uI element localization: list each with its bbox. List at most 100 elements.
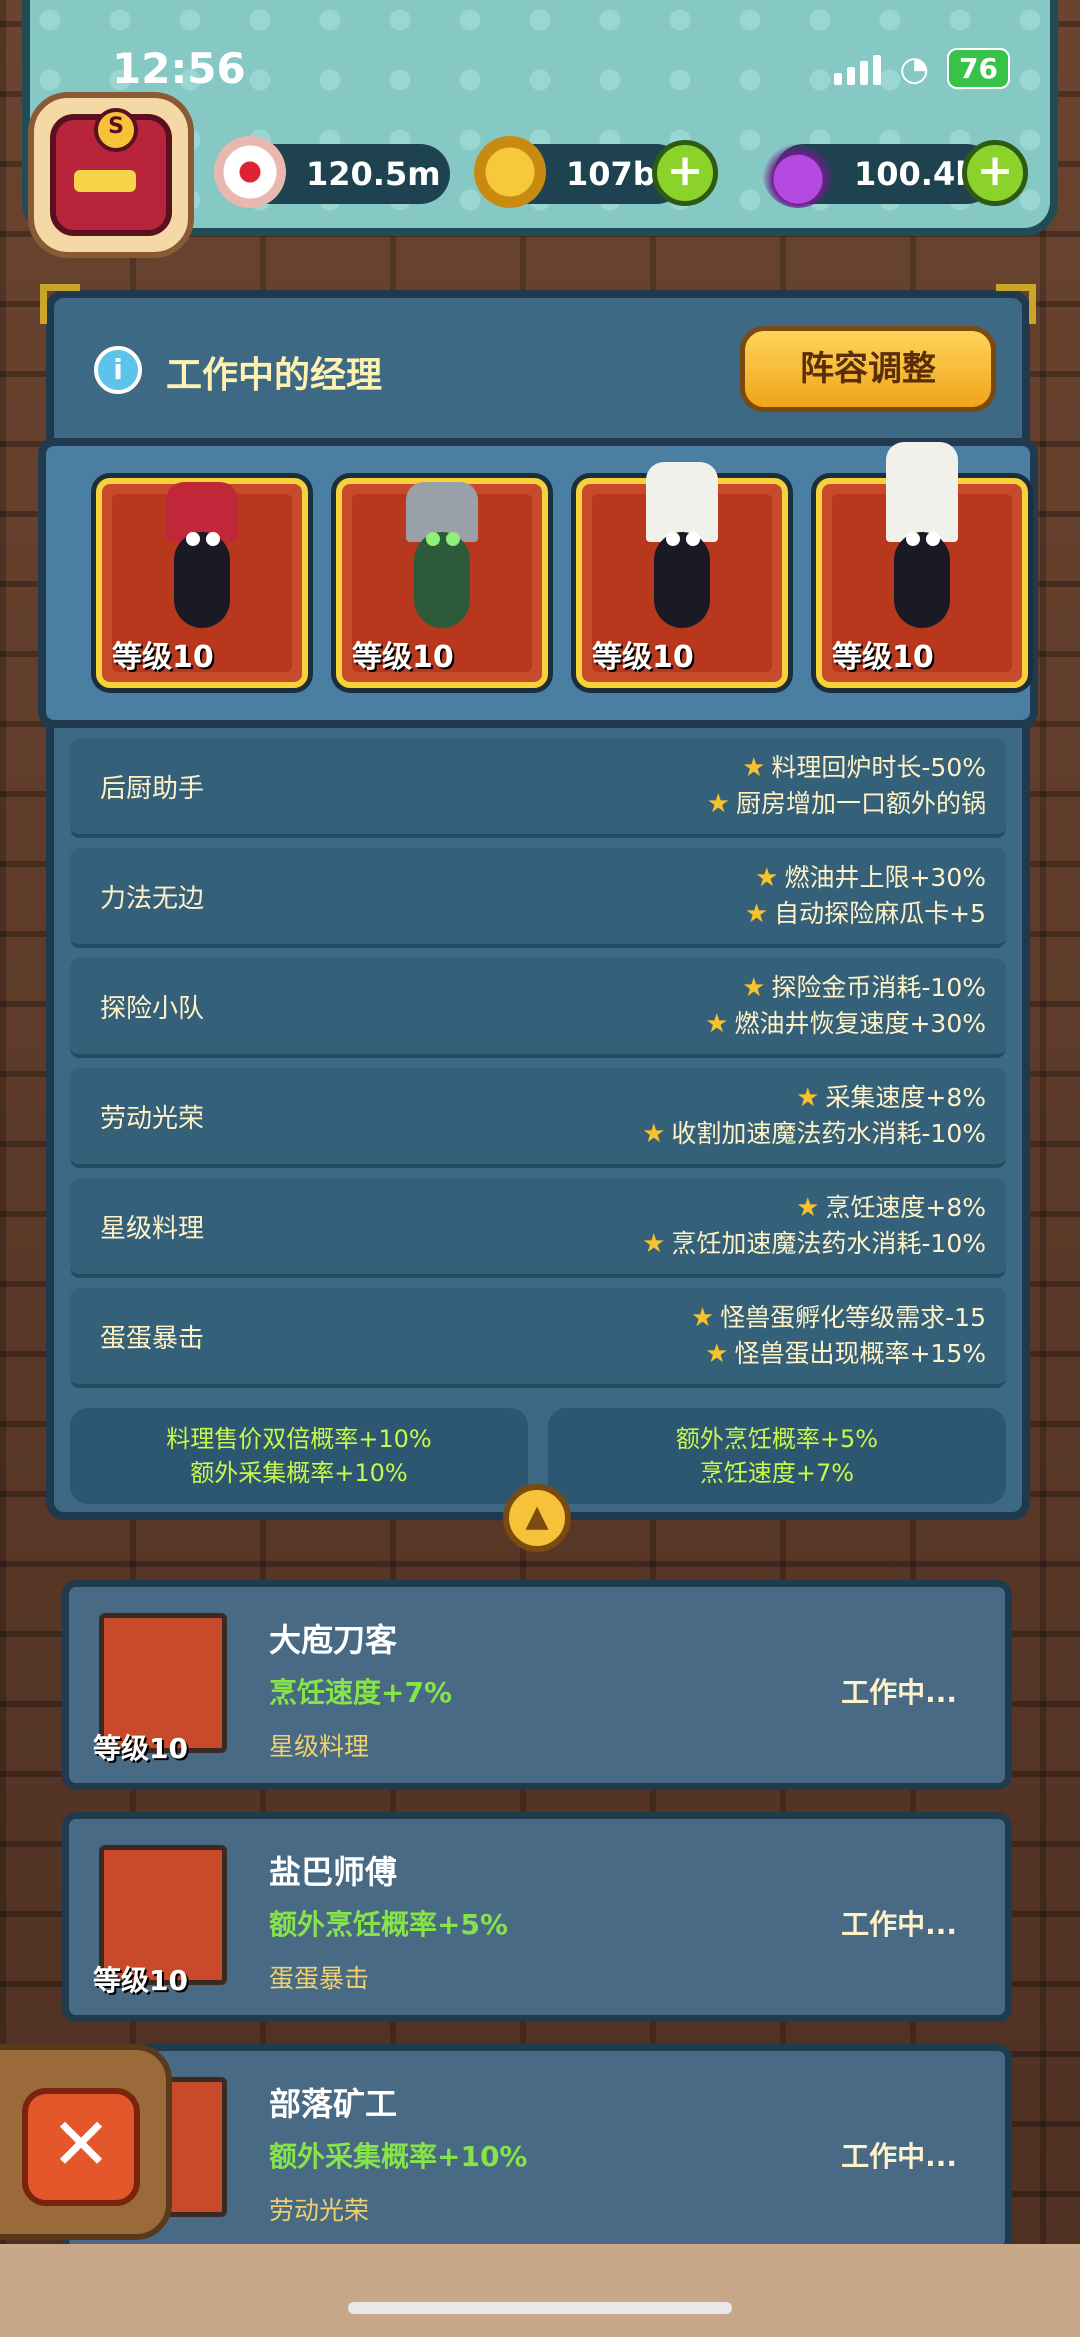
skill-name: 后厨助手 [100,774,205,804]
manager-effect: 额外采集概率+10% [269,2140,528,2173]
manager-portrait-icon [640,462,724,632]
skill-row: 劳动光荣 ★ 采集速度+8% ★ 收割加速魔法药水消耗-10% [70,1068,1006,1168]
manager-card[interactable]: 等级10 [816,442,1028,688]
skill-effect: 厨房增加一口额外的锅 [735,789,986,818]
star-icon: ★ [742,753,766,783]
skill-effect: 烹饪速度+8% [825,1193,986,1222]
list-level: 等级10 [93,1732,188,1765]
manager-portrait-icon [400,482,484,632]
eyeball-icon [214,136,286,208]
resource-coin-value: 107b [566,155,656,193]
manager-list-item[interactable]: 0 部落矿工 额外采集概率+10% 劳动光荣 工作中... [62,2044,1012,2254]
skill-row: 蛋蛋暴击 ★ 怪兽蛋孵化等级需求-15 ★ 怪兽蛋出现概率+15% [70,1288,1006,1388]
resource-potion: 100.4k + [762,136,1028,208]
home-indicator[interactable] [348,2302,732,2314]
skill-effect: 料理回炉时长-50% [771,753,986,782]
skills-list: 后厨助手 ★ 料理回炉时长-50% ★ 厨房增加一口额外的锅 力法无边 ★ 燃油井上限… [70,738,1006,1398]
close-button-frame: ✕ [0,2044,172,2240]
manager-effect: 额外烹饪概率+5% [269,1908,508,1941]
bonus-box-right: 额外烹饪概率+5% 烹饪速度+7% [548,1408,1006,1504]
card-level: 等级10 [352,640,454,675]
manager-status: 工作中... [841,1676,957,1709]
potion-icon [762,136,834,208]
signal-icon [834,53,882,85]
panel-corner [40,284,80,324]
bonus-box-left: 料理售价双倍概率+10% 额外采集概率+10% [70,1408,528,1504]
manager-name: 盐巴师傅 [269,1853,398,1891]
info-icon[interactable]: i [94,346,142,394]
manager-status: 工作中... [841,1908,957,1941]
bonus-text: 烹饪速度+7% [699,1459,855,1487]
manager-status: 工作中... [841,2140,957,2173]
manager-portrait-icon [160,482,244,632]
skill-row: 探险小队 ★ 探险金币消耗-10% ★ 燃油井恢复速度+30% [70,958,1006,1058]
skill-effect: 怪兽蛋孵化等级需求-15 [720,1303,986,1332]
star-icon: ★ [706,789,730,819]
skill-effect: 燃油井恢复速度+30% [734,1009,986,1038]
resource-eyeball: 120.5m [214,136,450,208]
skill-name: 探险小队 [100,994,205,1024]
star-icon: ★ [796,1083,820,1113]
card-level: 等级10 [112,640,214,675]
skill-effect: 怪兽蛋出现概率+15% [734,1339,986,1368]
skill-name: 星级料理 [100,1214,205,1244]
star-icon: ★ [705,1009,729,1039]
card-level: 等级10 [592,640,694,675]
manager-list-item[interactable]: 等级10 盐巴师傅 额外烹饪概率+5% 蛋蛋暴击 工作中... [62,1812,1012,2022]
resource-coin: 107b + [474,136,718,208]
manager-card[interactable]: 等级10 [336,478,548,688]
manager-card[interactable]: 等级10 [96,478,308,688]
star-icon: ★ [705,1339,729,1369]
skill-name: 蛋蛋暴击 [100,1324,205,1354]
manager-effect: 烹饪速度+7% [269,1676,452,1709]
manager-list-item[interactable]: 等级10 大庖刀客 烹饪速度+7% 星级料理 工作中... [62,1580,1012,1790]
skill-effect: 收割加速魔法药水消耗-10% [671,1119,986,1148]
status-time: 12:56 [112,44,246,93]
skill-effect: 燃油井上限+30% [784,863,986,892]
card-level: 等级10 [832,640,934,675]
collapse-button[interactable]: ▲ [503,1484,571,1552]
add-coin-button[interactable]: + [652,140,718,206]
manager-name: 大庖刀客 [269,1621,398,1659]
battery-icon: 76 [947,48,1010,89]
status-icons: ◔ 76 [834,48,1010,89]
manager-cards-strip: 等级10 等级10 等级10 等级10 [38,438,1038,728]
manager-card[interactable]: 等级10 [576,462,788,688]
skill-row: 力法无边 ★ 燃油井上限+30% ★ 自动探险麻瓜卡+5 [70,848,1006,948]
working-managers-panel: i 工作中的经理 阵容调整 等级10 等级10 等级10 等级10 后厨助手 ★… [38,284,1038,1520]
manager-skill: 蛋蛋暴击 [269,1964,370,1993]
manager-portrait-icon [880,442,964,632]
panel-title: 工作中的经理 [166,355,383,396]
star-icon: ★ [742,973,766,1003]
skill-effect: 烹饪加速魔法药水消耗-10% [671,1229,986,1258]
lineup-adjust-button[interactable]: 阵容调整 [740,326,996,412]
bonus-text: 料理售价双倍概率+10% [166,1425,432,1453]
star-icon: ★ [642,1229,666,1259]
add-potion-button[interactable]: + [962,140,1028,206]
manager-name: 部落矿工 [269,2085,398,2123]
ground-strip [0,2244,1080,2337]
bonus-text: 额外采集概率+10% [190,1459,408,1487]
s-rank-badge-icon: S [94,108,138,152]
resource-potion-value: 100.4k [854,155,977,193]
skill-name: 力法无边 [100,884,205,914]
star-icon: ★ [796,1193,820,1223]
avatar-face-icon: S [50,108,172,236]
star-icon: ★ [755,863,779,893]
bonus-text: 额外烹饪概率+5% [675,1425,879,1453]
manager-skill: 星级料理 [269,1732,370,1761]
player-avatar[interactable]: S [28,92,194,258]
star-icon: ★ [744,899,769,929]
list-level: 等级10 [93,1964,188,1997]
resource-eyeball-value: 120.5m [306,155,441,193]
star-icon: ★ [642,1119,666,1149]
skill-name: 劳动光荣 [100,1104,205,1134]
skill-row: 星级料理 ★ 烹饪速度+8% ★ 烹饪加速魔法药水消耗-10% [70,1178,1006,1278]
close-button[interactable]: ✕ [22,2088,140,2206]
skill-row: 后厨助手 ★ 料理回炉时长-50% ★ 厨房增加一口额外的锅 [70,738,1006,838]
panel-corner [996,284,1036,324]
star-icon: ★ [690,1303,715,1333]
manager-skill: 劳动光荣 [269,2196,370,2225]
skill-effect: 自动探险麻瓜卡+5 [774,899,986,928]
skill-effect: 采集速度+8% [825,1083,986,1112]
